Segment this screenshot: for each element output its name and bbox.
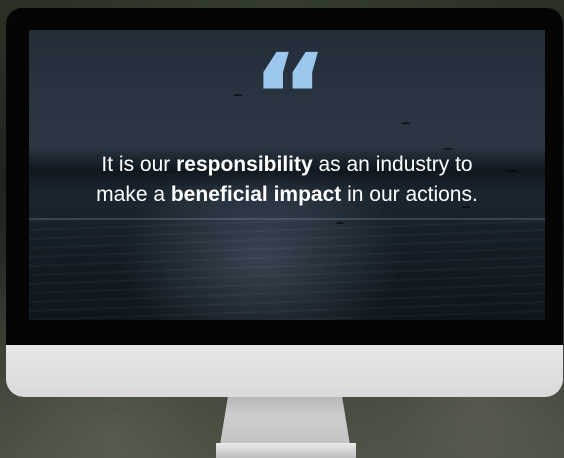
quote-line-2-after: in our actions. <box>341 183 478 206</box>
quote-line-1-before: It is our <box>101 153 177 176</box>
quote-text: It is our responsibility as an industry … <box>29 150 545 210</box>
quote-line-1-after: as an industry to <box>312 153 473 176</box>
quote-line-2-before: make a <box>96 183 171 206</box>
monitor-stand-foot <box>216 443 356 458</box>
bird-5 <box>335 222 345 227</box>
quote-line-2: make a beneficial impact in our actions. <box>29 180 545 210</box>
monitor-stand <box>220 397 350 445</box>
monitor-screen: “ It is our responsibility as an industr… <box>29 30 545 320</box>
quote-line-1-bold: responsibility <box>176 153 313 176</box>
monitor-chin <box>6 345 563 397</box>
opening-quote-icon: “ <box>251 30 329 166</box>
ocean-waves <box>29 220 545 320</box>
quote-line-2-bold: beneficial impact <box>170 183 342 206</box>
quote-line-1: It is our responsibility as an industry … <box>29 150 545 180</box>
